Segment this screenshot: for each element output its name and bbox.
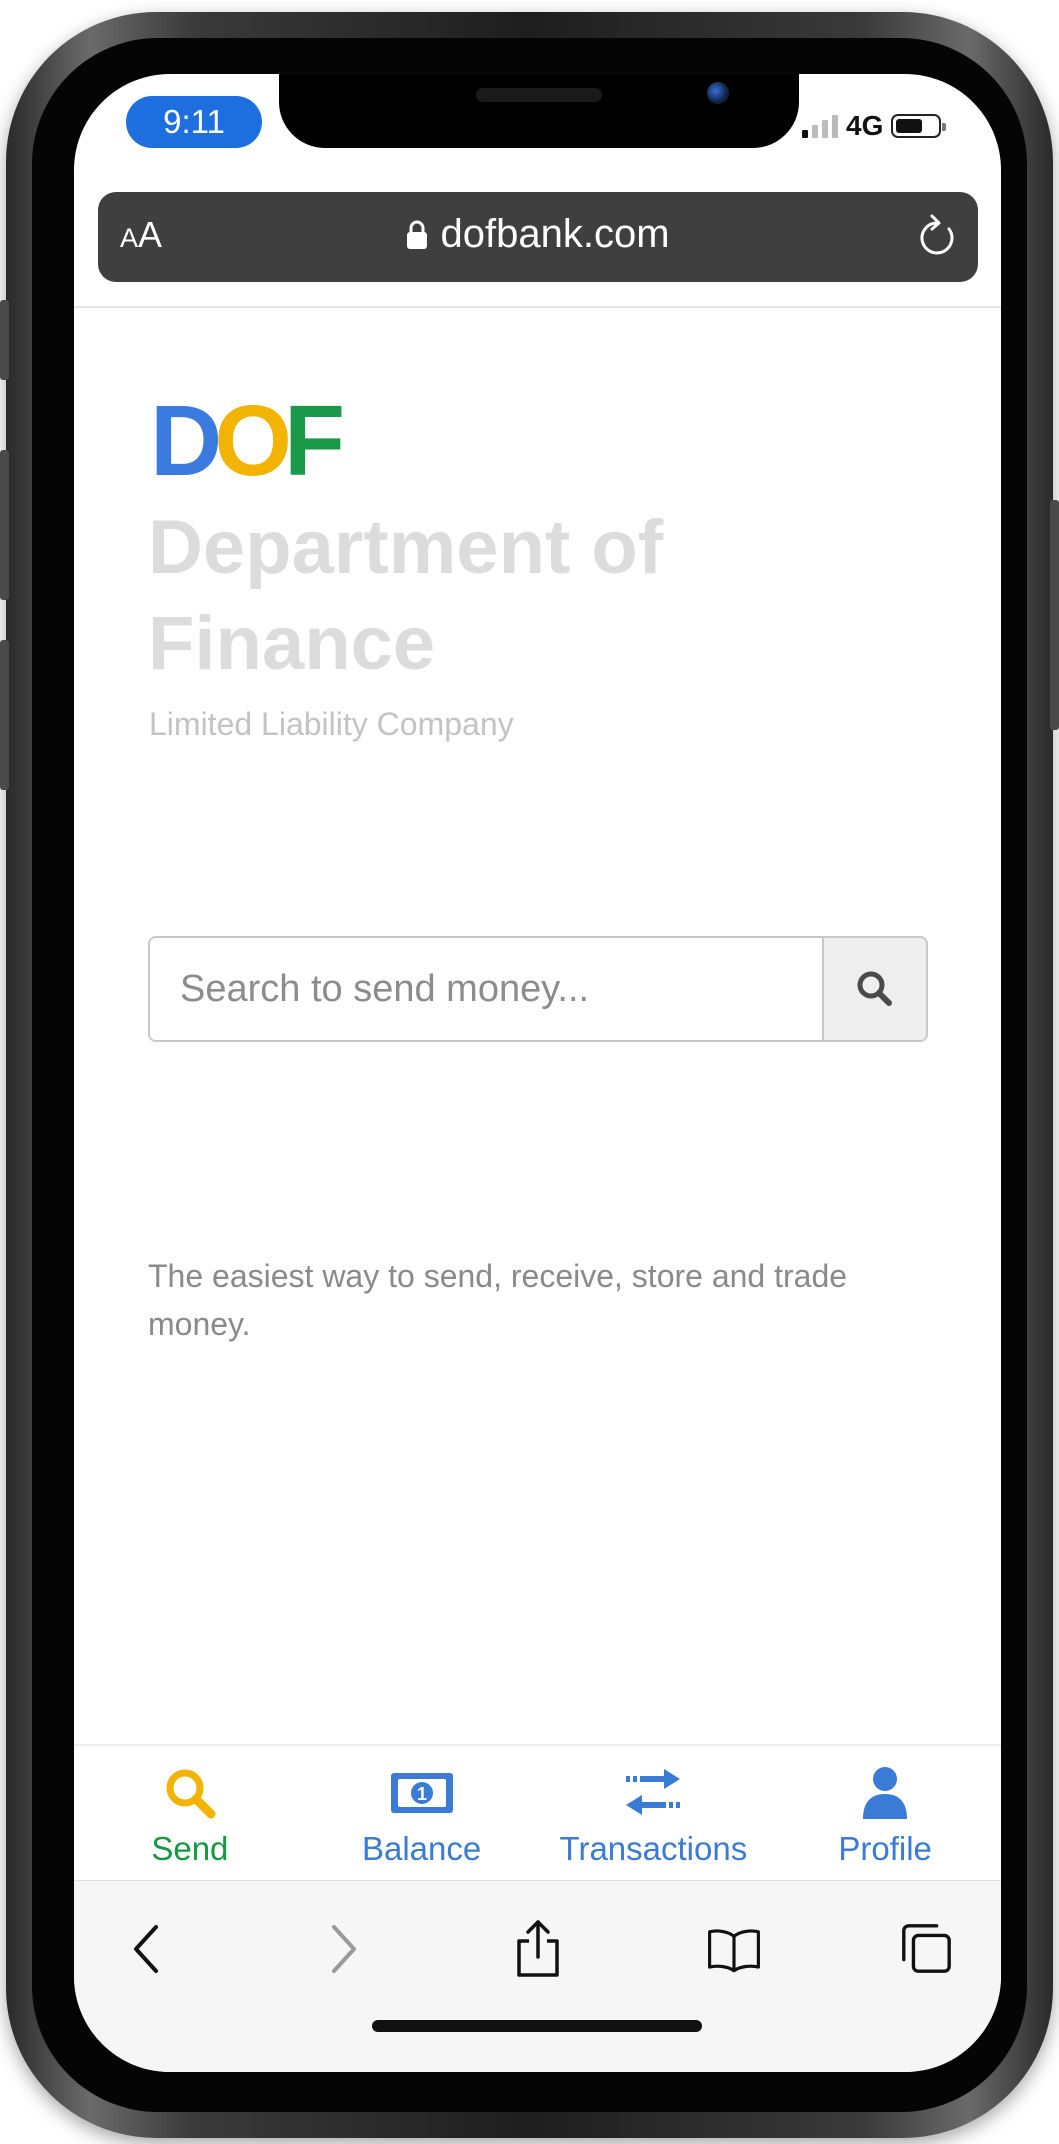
send-money-search xyxy=(148,936,928,1042)
forward-icon[interactable] xyxy=(316,1921,372,1977)
side-button-mute xyxy=(0,300,9,380)
side-button-volume-up xyxy=(0,450,9,600)
logo-letter-f: F xyxy=(284,385,345,497)
browser-toolbar xyxy=(74,1880,1001,2072)
nav-label-transactions: Transactions xyxy=(559,1830,748,1867)
tagline: The easiest way to send, receive, store … xyxy=(148,1258,848,1342)
home-indicator xyxy=(372,2020,702,2032)
network-type: 4G xyxy=(846,110,884,141)
nav-item-send[interactable]: Send xyxy=(74,1746,306,1884)
nav-label-balance: Balance xyxy=(361,1830,482,1867)
status-time: 9:11 xyxy=(126,96,262,148)
address-bar-divider xyxy=(74,306,1001,308)
logo-letter-d: D xyxy=(150,385,222,497)
share-icon[interactable] xyxy=(510,1920,566,1977)
url-text: dofbank.com xyxy=(440,212,670,256)
nav-label-profile: Profile xyxy=(838,1830,932,1867)
tabs-icon[interactable] xyxy=(898,1921,954,1977)
search-button[interactable] xyxy=(822,938,926,1040)
signal-strength-icon xyxy=(802,114,838,138)
url-display[interactable]: dofbank.com xyxy=(98,212,978,257)
battery-icon xyxy=(891,114,947,138)
status-indicators: 4G xyxy=(802,104,947,148)
user-icon xyxy=(860,1764,910,1822)
search-icon xyxy=(161,1764,219,1822)
nav-item-balance[interactable]: 1 Balance xyxy=(306,1746,538,1882)
page-title: Department of Finance xyxy=(148,505,664,686)
browser-address-bar[interactable]: AA dofbank.com xyxy=(98,192,978,282)
side-button-power xyxy=(1050,500,1059,730)
logo-letter-o: O xyxy=(214,385,292,497)
back-icon[interactable] xyxy=(118,1921,174,1977)
banknote-icon: 1 xyxy=(389,1764,455,1822)
nav-item-transactions[interactable]: Transactions xyxy=(538,1746,770,1882)
lock-icon xyxy=(407,220,428,249)
nav-label-send: Send xyxy=(151,1830,229,1867)
front-camera-icon xyxy=(707,82,729,104)
side-button-volume-down xyxy=(0,640,9,790)
phone-screen: 9:11 4G AA dofbank.com D O F Department … xyxy=(74,74,1001,2072)
notch xyxy=(279,74,799,148)
dof-logo: D O F xyxy=(150,385,345,497)
nav-item-profile[interactable]: Profile xyxy=(769,1746,1001,1882)
transfer-arrows-icon xyxy=(622,1764,684,1822)
speaker-grille xyxy=(476,88,602,102)
reload-icon[interactable] xyxy=(916,212,960,260)
svg-text:1: 1 xyxy=(417,1784,427,1804)
search-icon xyxy=(857,971,892,1006)
page-subtitle: Limited Liability Company xyxy=(149,706,514,742)
bookmarks-icon[interactable] xyxy=(706,1921,762,1977)
search-input[interactable] xyxy=(150,938,822,1040)
bottom-navigation: Send 1 Balance Transactions Profile xyxy=(74,1744,1001,1884)
